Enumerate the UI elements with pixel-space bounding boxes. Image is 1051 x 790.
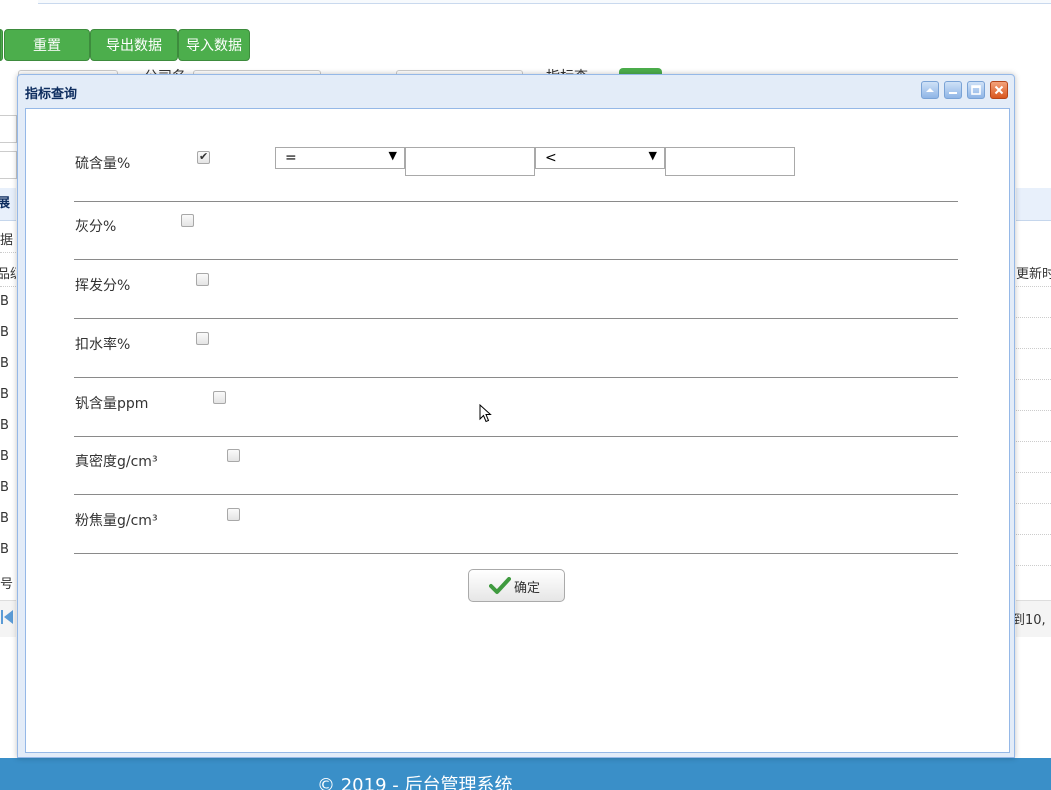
left-filter-input-1[interactable] bbox=[0, 115, 17, 143]
top-bar bbox=[38, 0, 1051, 4]
sulfur-content-checkbox[interactable]: ✔ bbox=[197, 150, 210, 164]
left-filter-input-2[interactable] bbox=[0, 151, 17, 179]
vanadium-content-label: 钒含量ppm bbox=[75, 396, 149, 412]
table-cell: B bbox=[0, 294, 9, 309]
sulfur-operator-2-value: < bbox=[545, 150, 557, 166]
first-page-icon-bar bbox=[1, 610, 3, 624]
indicator-label: 指标查 bbox=[546, 66, 588, 74]
table-cell: B bbox=[0, 480, 9, 495]
vanadium-content-checkbox[interactable] bbox=[213, 391, 226, 404]
row-divider bbox=[1016, 348, 1051, 349]
table-cell: B bbox=[0, 387, 9, 402]
reset-button[interactable]: 重置 bbox=[4, 29, 90, 61]
row-divider bbox=[0, 252, 16, 253]
row-divider bbox=[1016, 410, 1051, 411]
coke-powder-label: 粉焦量g/cm³ bbox=[75, 513, 158, 529]
footer-copyright: © 2019 - 后台管理系统 bbox=[317, 775, 513, 790]
row-divider bbox=[1016, 379, 1051, 380]
column-header-grade[interactable]: 品级 bbox=[0, 263, 16, 282]
sulfur-operator-2-select[interactable]: < ▼ bbox=[535, 147, 665, 169]
column-header-update-time[interactable]: 更新时 bbox=[1016, 263, 1051, 282]
dialog-body bbox=[25, 108, 1010, 753]
sulfur-operator-1-select[interactable]: = ▼ bbox=[275, 147, 405, 169]
sulfur-operator-1-value: = bbox=[285, 150, 297, 166]
pager-info: 到10, bbox=[1012, 613, 1046, 628]
table-cell: 号 bbox=[0, 577, 14, 592]
minimize-icon[interactable] bbox=[944, 81, 962, 99]
chevron-down-icon: ▼ bbox=[648, 149, 657, 162]
row-divider bbox=[1016, 286, 1051, 287]
indicator-query-dialog: 指标查询 bbox=[17, 74, 1015, 758]
row-divider bbox=[74, 553, 958, 554]
row-divider bbox=[74, 494, 958, 495]
grid-panel-title: 展示 bbox=[0, 188, 16, 221]
sulfur-value-2-input[interactable] bbox=[665, 147, 795, 176]
confirm-label: 确定 bbox=[514, 581, 541, 596]
row-divider bbox=[74, 201, 958, 202]
ash-content-label: 灰分% bbox=[75, 219, 117, 235]
ash-content-checkbox[interactable] bbox=[181, 214, 194, 227]
row-divider bbox=[74, 436, 958, 437]
row-divider bbox=[1016, 565, 1051, 566]
grid-panel-title-right bbox=[1016, 188, 1051, 221]
maximize-icon[interactable] bbox=[967, 81, 985, 99]
row-divider bbox=[1016, 317, 1051, 318]
chevron-down-icon: ▼ bbox=[388, 149, 397, 162]
dialog-title: 指标查询 bbox=[25, 87, 78, 102]
volatile-matter-checkbox[interactable] bbox=[196, 273, 209, 286]
toolbar-button-partial[interactable] bbox=[0, 29, 3, 61]
table-cell: B bbox=[0, 542, 9, 557]
true-density-checkbox[interactable] bbox=[227, 449, 240, 462]
company-label: 公司名 bbox=[144, 66, 186, 74]
row-divider bbox=[74, 318, 958, 319]
row-divider bbox=[74, 259, 958, 260]
coke-powder-checkbox[interactable] bbox=[227, 508, 240, 521]
row-divider bbox=[1016, 534, 1051, 535]
water-deduction-checkbox[interactable] bbox=[196, 332, 209, 345]
grid-toolbar-label: 据 bbox=[0, 233, 14, 248]
footer bbox=[0, 758, 1051, 790]
volatile-matter-label: 挥发分% bbox=[75, 278, 131, 294]
table-cell: B bbox=[0, 325, 9, 340]
table-cell: B bbox=[0, 356, 9, 371]
table-cell: B bbox=[0, 511, 9, 526]
mouse-cursor-icon bbox=[479, 404, 492, 423]
sulfur-content-label: 硫含量% bbox=[75, 156, 131, 172]
close-icon[interactable] bbox=[990, 81, 1008, 99]
checkmark-icon bbox=[489, 577, 511, 594]
row-divider bbox=[0, 286, 16, 287]
table-cell: B bbox=[0, 449, 9, 464]
row-divider bbox=[1016, 503, 1051, 504]
import-data-button[interactable]: 导入数据 bbox=[178, 29, 250, 61]
row-divider bbox=[74, 377, 958, 378]
confirm-button[interactable]: 确定 bbox=[468, 569, 565, 602]
table-cell: B bbox=[0, 418, 9, 433]
first-page-icon[interactable] bbox=[4, 610, 13, 624]
row-divider bbox=[1016, 472, 1051, 473]
sulfur-value-1-input[interactable] bbox=[405, 147, 535, 176]
row-divider bbox=[1016, 441, 1051, 442]
collapse-icon[interactable] bbox=[921, 81, 939, 99]
export-data-button[interactable]: 导出数据 bbox=[90, 29, 178, 61]
checkmark-icon: ✔ bbox=[199, 150, 209, 163]
water-deduction-label: 扣水率% bbox=[75, 337, 131, 353]
true-density-label: 真密度g/cm³ bbox=[75, 454, 158, 470]
